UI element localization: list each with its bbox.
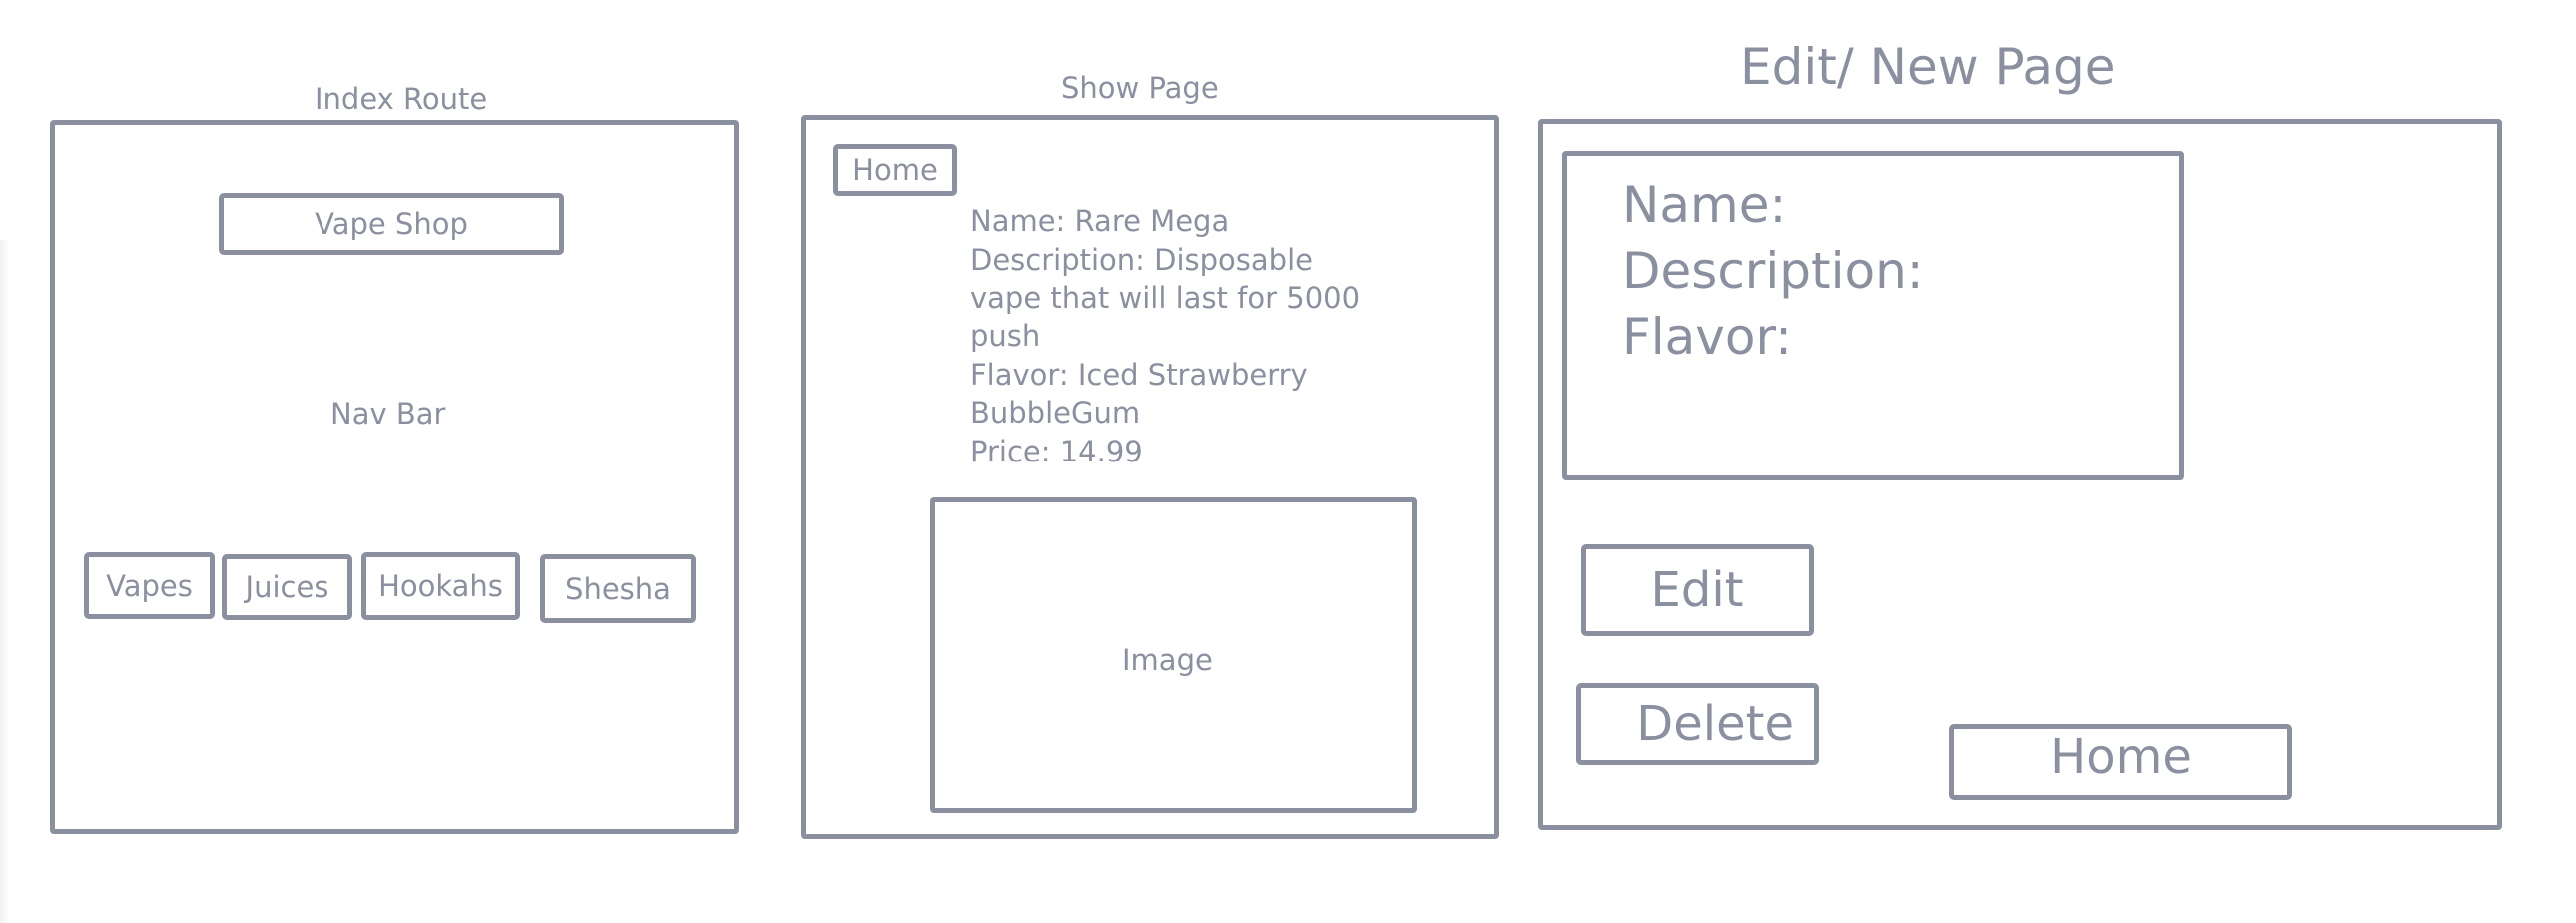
edit-button[interactable]: Edit (1581, 544, 1814, 636)
nav-bar-label: Nav Bar (330, 397, 446, 431)
index-route-title: Index Route (315, 82, 488, 116)
detail-name: Name: Rare Mega (970, 204, 1230, 238)
show-page-title: Show Page (1061, 71, 1219, 105)
vape-shop-button[interactable]: Vape Shop (219, 193, 564, 255)
home-button[interactable]: Home (833, 144, 957, 196)
detail-description-end: push (970, 319, 1041, 353)
nav-item-vapes[interactable]: Vapes (84, 552, 215, 619)
detail-description-cont: vape that will last for 5000 (970, 281, 1361, 315)
nav-item-hookahs[interactable]: Hookahs (361, 552, 520, 620)
nav-item-juices[interactable]: Juices (222, 554, 352, 620)
edit-home-button[interactable]: Home (1949, 724, 2292, 800)
delete-button[interactable]: Delete (1576, 683, 1819, 765)
form-field-name[interactable]: Name: (1622, 176, 1786, 234)
left-edge-shadow (0, 240, 10, 923)
detail-flavor-cont: BubbleGum (970, 396, 1141, 430)
detail-flavor: Flavor: Iced Strawberry (970, 358, 1308, 392)
form-field-flavor[interactable]: Flavor: (1622, 308, 1792, 366)
detail-description: Description: Disposable (970, 243, 1313, 277)
nav-item-shesha[interactable]: Shesha (540, 554, 696, 623)
detail-price: Price: 14.99 (970, 435, 1143, 468)
image-label: Image (1122, 643, 1213, 677)
edit-page-title: Edit/ New Page (1740, 38, 2116, 96)
form-field-description[interactable]: Description: (1622, 242, 1924, 300)
